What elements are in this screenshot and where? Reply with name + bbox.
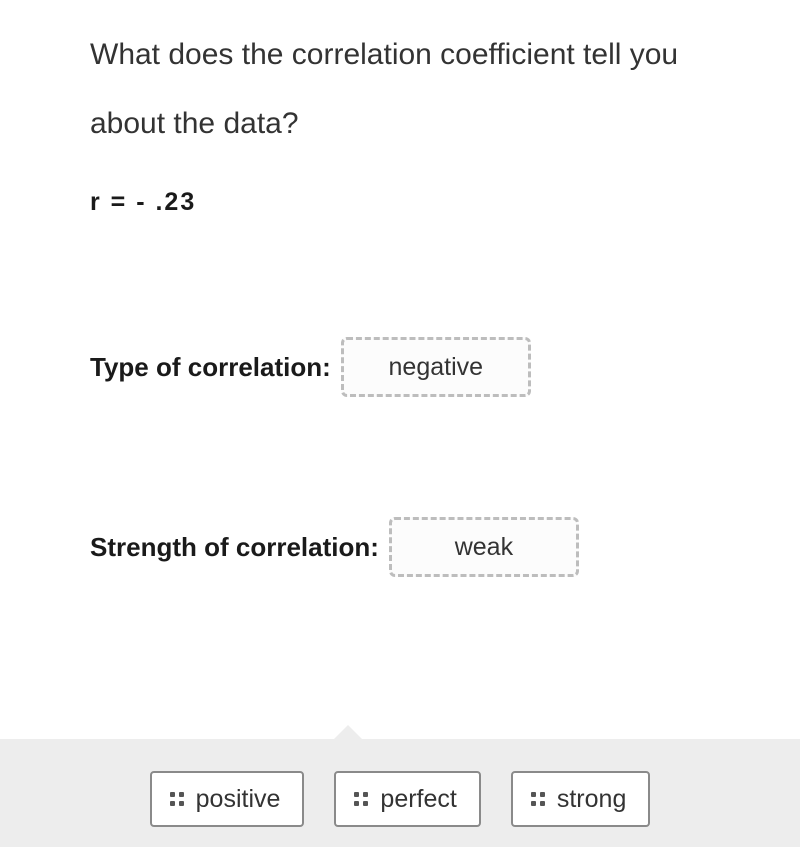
- choice-label: strong: [557, 785, 626, 814]
- choice-perfect[interactable]: perfect: [334, 771, 480, 827]
- strength-row: Strength of correlation: weak: [90, 517, 710, 577]
- choice-strong[interactable]: strong: [511, 771, 650, 827]
- drag-handle-icon: [531, 792, 545, 806]
- question-text: What does the correlation coefficient te…: [90, 20, 710, 158]
- answer-tray: positive perfect strong: [0, 739, 800, 847]
- choice-label: perfect: [380, 785, 456, 814]
- choice-positive[interactable]: positive: [150, 771, 305, 827]
- choice-label: positive: [196, 785, 281, 814]
- equation-text: r = - .23: [90, 188, 710, 217]
- type-row: Type of correlation: negative: [90, 337, 710, 397]
- strength-dropzone[interactable]: weak: [389, 517, 579, 577]
- type-dropzone[interactable]: negative: [341, 337, 531, 397]
- type-label: Type of correlation:: [90, 352, 331, 383]
- drag-handle-icon: [354, 792, 368, 806]
- strength-label: Strength of correlation:: [90, 532, 379, 563]
- drag-handle-icon: [170, 792, 184, 806]
